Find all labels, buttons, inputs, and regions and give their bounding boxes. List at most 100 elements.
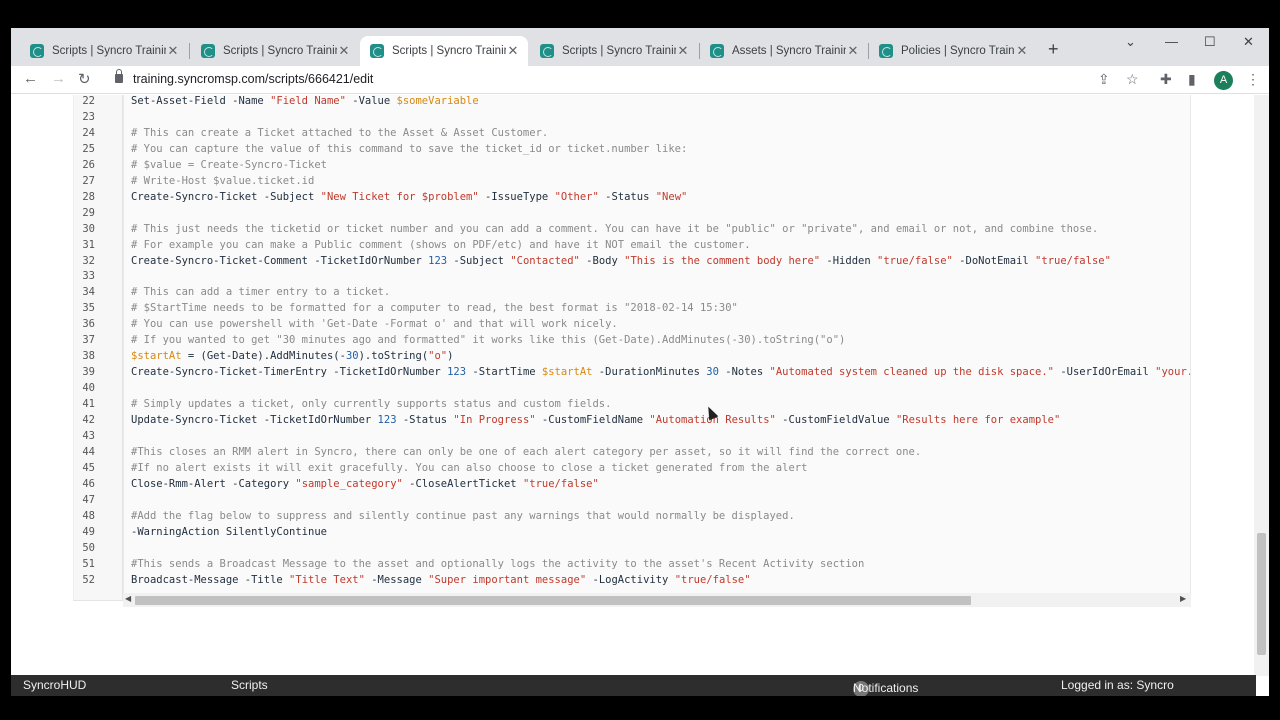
code-line[interactable]: Close-Rmm-Alert -Category "sample_catego…: [131, 478, 599, 490]
code-token: 123: [447, 366, 467, 379]
code-token: Update-Syncro-Ticket -TicketIdOrNumber: [131, 414, 378, 426]
code-token: "Title Text": [289, 573, 365, 586]
code-token: # You can use powershell with 'Get-Date …: [131, 318, 618, 331]
code-line[interactable]: # Simply updates a ticket, only currentl…: [131, 398, 611, 410]
line-number: 31: [82, 238, 95, 251]
code-line[interactable]: Create-Syncro-Ticket-TimerEntry -TicketI…: [131, 366, 1190, 379]
tab-strip: Scripts | Syncro Training ✕ Scripts | Syn…: [11, 28, 1269, 66]
line-number: 39: [82, 366, 95, 379]
syncro-favicon-icon: [540, 44, 554, 58]
reload-icon[interactable]: ↻: [78, 70, 91, 88]
page-content: 22 23 24 25 26 27 28 29 30 31 32 33 34 35 36 37 38 39 40 41…: [11, 95, 1269, 676]
code-token: -CustomFieldName: [535, 414, 650, 426]
close-icon[interactable]: ✕: [676, 43, 690, 59]
code-token: -StartTime: [466, 366, 542, 379]
script-code-editor[interactable]: Set-Asset-Field -Name "Field Name" -Valu…: [123, 95, 1191, 607]
back-icon[interactable]: ←: [23, 70, 38, 87]
code-token: # $StartTime needs to be formatted for a…: [131, 302, 738, 315]
code-token: #If no alert exists it will exit gracefu…: [131, 461, 808, 474]
code-line[interactable]: # Write-Host $value.ticket.id: [131, 175, 314, 187]
scroll-right-icon[interactable]: ▶: [1180, 594, 1186, 603]
maximize-icon[interactable]: ☐: [1204, 34, 1216, 50]
close-icon[interactable]: ✕: [166, 43, 180, 59]
code-line[interactable]: Update-Syncro-Ticket -TicketIdOrNumber 1…: [131, 414, 1060, 426]
code-token: -Subject: [447, 254, 511, 267]
close-icon[interactable]: ✕: [506, 43, 520, 59]
menu-kebab-icon[interactable]: ⋮: [1246, 71, 1260, 88]
avatar[interactable]: A: [1214, 71, 1233, 90]
code-token: #This closes an RMM alert in Syncro, the…: [131, 445, 922, 458]
address-bar[interactable]: training.syncromsp.com/scripts/666421/ed…: [133, 72, 373, 86]
code-line[interactable]: #This sends a Broadcast Message to the a…: [131, 558, 864, 570]
code-token: $someVariable: [396, 95, 479, 107]
code-line[interactable]: Create-Syncro-Ticket -Subject "New Ticke…: [131, 191, 687, 203]
code-token: Create-Syncro-Ticket -Subject: [131, 190, 321, 203]
browser-toolbar: ← → ↻ training.syncromsp.com/scripts/666…: [11, 66, 1269, 94]
code-token: # Write-Host $value.ticket.id: [131, 174, 315, 187]
code-token: # If you wanted to get "30 minutes ago a…: [131, 334, 846, 347]
code-token: Create-Syncro-Ticket-TimerEntry -TicketI…: [131, 366, 448, 379]
side-panel-icon[interactable]: ▮: [1188, 71, 1196, 88]
code-line[interactable]: Broadcast-Message -Title "Title Text" -M…: [131, 574, 751, 586]
code-line[interactable]: # This can add a timer entry to a ticket…: [131, 286, 390, 298]
tab-search-chevron-icon[interactable]: ⌄: [1125, 34, 1136, 50]
code-line[interactable]: Set-Asset-Field -Name "Field Name" -Valu…: [131, 95, 479, 107]
code-line[interactable]: $startAt = (Get-Date).AddMinutes(-30).to…: [131, 350, 453, 362]
tab-scripts-4[interactable]: Scripts | Syncro Training ✕: [530, 36, 698, 66]
code-line[interactable]: # This can create a Ticket attached to t…: [131, 127, 548, 139]
code-line[interactable]: # For example you can make a Public comm…: [131, 239, 751, 251]
code-token: $startAt: [131, 350, 182, 363]
horizontal-scrollbar[interactable]: ◀ ▶: [123, 593, 1191, 607]
share-icon[interactable]: ⇪: [1098, 71, 1110, 88]
code-line[interactable]: # $StartTime needs to be formatted for a…: [131, 302, 738, 314]
vertical-scroll-thumb[interactable]: [1257, 533, 1266, 655]
code-line[interactable]: #Add the flag below to suppress and sile…: [131, 510, 795, 522]
tab-scripts-1[interactable]: Scripts | Syncro Training ✕: [20, 36, 188, 66]
code-line[interactable]: Create-Syncro-Ticket-Comment -TicketIdOr…: [131, 255, 1111, 267]
vertical-scrollbar[interactable]: [1254, 95, 1269, 676]
code-token: "New": [655, 190, 688, 203]
close-icon[interactable]: ✕: [1015, 43, 1029, 59]
tab-assets[interactable]: Assets | Syncro Training ✕: [700, 36, 868, 66]
extensions-icon[interactable]: ✚: [1160, 71, 1172, 88]
forward-icon[interactable]: →: [51, 70, 66, 87]
new-tab-icon[interactable]: +: [1048, 39, 1059, 60]
code-line[interactable]: # If you wanted to get "30 minutes ago a…: [131, 334, 845, 346]
code-token: -Status: [396, 414, 454, 426]
line-number: 32: [82, 254, 95, 267]
bookmark-star-icon[interactable]: ☆: [1126, 71, 1139, 88]
close-icon[interactable]: ✕: [337, 43, 351, 59]
code-token: -Status: [598, 190, 656, 203]
window-close-icon[interactable]: ✕: [1243, 34, 1254, 50]
line-number: 46: [82, 477, 95, 490]
code-token: ).toString(: [358, 350, 429, 363]
code-token: # You can capture the value of this comm…: [131, 142, 688, 155]
line-number: 50: [82, 541, 95, 554]
code-line[interactable]: # You can capture the value of this comm…: [131, 143, 687, 155]
code-token: -DoNotEmail: [952, 254, 1036, 267]
syncrohud-link[interactable]: SyncroHUD: [23, 678, 86, 692]
line-number: 30: [82, 222, 95, 235]
line-number: 29: [82, 206, 95, 219]
horizontal-scroll-thumb[interactable]: [135, 596, 971, 605]
code-token: -CloseAlertTicket: [402, 477, 523, 490]
code-token: 30: [706, 366, 719, 379]
code-token: "o": [428, 350, 448, 363]
code-token: # This can create a Ticket attached to t…: [131, 126, 549, 139]
scroll-left-icon[interactable]: ◀: [125, 594, 131, 603]
tab-scripts-active[interactable]: Scripts | Syncro Training ✕: [360, 36, 528, 66]
code-line[interactable]: # You can use powershell with 'Get-Date …: [131, 318, 618, 330]
code-line[interactable]: # $value = Create-Syncro-Ticket: [131, 159, 327, 171]
code-line[interactable]: #If no alert exists it will exit gracefu…: [131, 462, 807, 474]
code-line[interactable]: -WarningAction SilentlyContinue: [131, 526, 327, 538]
minimize-icon[interactable]: —: [1165, 34, 1178, 49]
code-token: -Body: [579, 254, 625, 267]
code-token: 123: [428, 254, 448, 267]
code-line[interactable]: # This just needs the ticketid or ticket…: [131, 223, 1098, 235]
tab-policies[interactable]: Policies | Syncro Training✕: [869, 36, 1037, 66]
close-icon[interactable]: ✕: [846, 43, 860, 59]
syncro-favicon-icon: [879, 44, 893, 58]
code-line[interactable]: #This closes an RMM alert in Syncro, the…: [131, 446, 921, 458]
code-token: -Message: [364, 573, 429, 586]
tab-scripts-2[interactable]: Scripts | Syncro Training ✕: [191, 36, 359, 66]
